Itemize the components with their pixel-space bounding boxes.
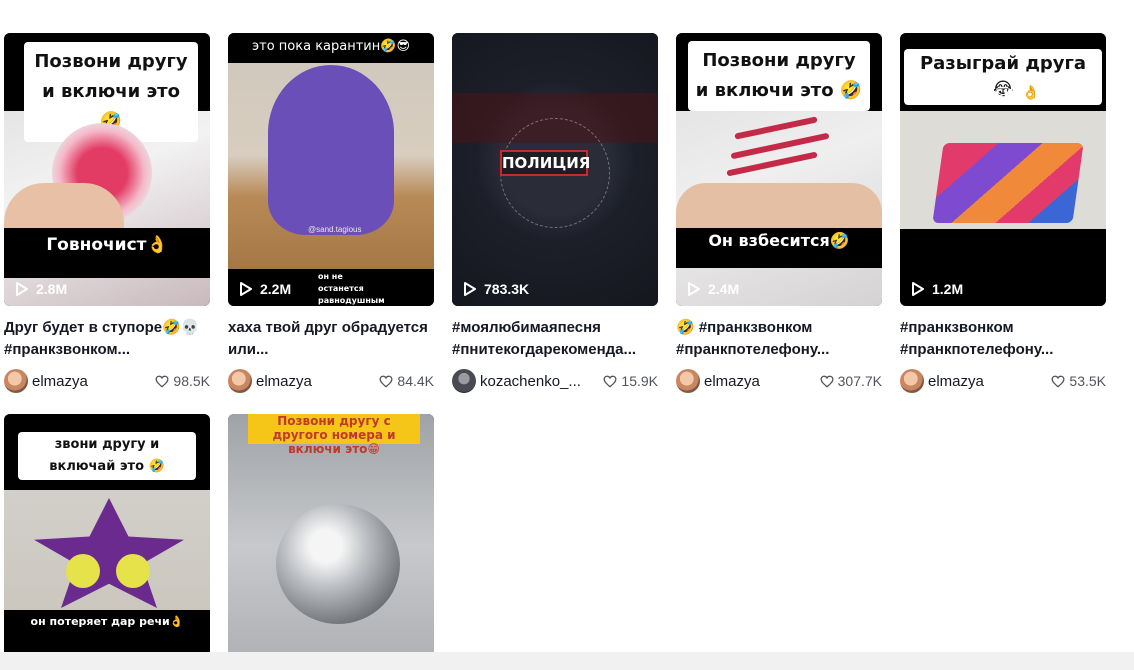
sand-object-image <box>268 65 394 235</box>
video-card[interactable]: Позвони другу и включи это 🤣 Он взбеситс… <box>676 33 882 394</box>
page-footer-bar <box>0 652 1134 670</box>
view-count-label: 1.2M <box>932 281 964 297</box>
yellow-circle <box>116 554 150 588</box>
view-count-label: 2.2M <box>260 281 292 297</box>
like-count-label: 15.9K <box>621 373 658 389</box>
overlay-sub-text: пенсия👌 <box>966 85 1040 101</box>
video-card[interactable]: Позвони другу с другого номера и включи … <box>228 414 434 654</box>
like-count-label: 98.5K <box>173 373 210 389</box>
author-name[interactable]: kozachenko_... <box>480 373 603 390</box>
overlay-bottom-text: он потеряет дар речи👌 <box>4 610 210 654</box>
video-card[interactable]: Разыграй друга 😂 пенсия👌 1.2M #пранкзвон… <box>900 33 1106 394</box>
play-icon <box>240 282 252 296</box>
yellow-circle <box>66 554 100 588</box>
play-icon <box>688 282 700 296</box>
heart-icon <box>820 375 834 388</box>
hands-image <box>676 183 882 228</box>
avatar[interactable] <box>452 369 476 393</box>
video-meta: elmazya 53.5K <box>900 368 1106 394</box>
overlay-top-area: Разыграй друга 😂 пенсия👌 <box>900 33 1106 111</box>
view-count: 1.2M <box>912 281 963 297</box>
video-meta: elmazya 84.4K <box>228 368 434 394</box>
heart-icon <box>1051 375 1065 388</box>
video-caption[interactable]: #пранкзвонком #пранкпотелефону... <box>900 317 1106 361</box>
play-icon <box>464 282 476 296</box>
video-card[interactable]: ПОЛИЦИЯ 783.3K #моялюбимаяпесня #пнитеко… <box>452 33 658 394</box>
video-card[interactable]: это пока карантин🤣😎 @sand.tagious он не … <box>228 33 434 394</box>
author-name[interactable]: elmazya <box>256 373 379 390</box>
heart-icon <box>603 375 617 388</box>
like-count: 84.4K <box>379 373 434 389</box>
like-count: 307.7K <box>820 373 882 389</box>
video-thumbnail[interactable]: Позвони другу и включи это 🤣 Говночист👌 … <box>4 33 210 306</box>
video-meta: elmazya 98.5K <box>4 368 210 394</box>
like-count: 98.5K <box>155 373 210 389</box>
avatar[interactable] <box>900 369 924 393</box>
overlay-top-text: звони другу и включай это 🤣 <box>18 432 196 480</box>
overlay-top-area: Позвони другу и включи это 🤣 <box>676 33 882 111</box>
police-badge: ПОЛИЦИЯ <box>500 150 590 176</box>
video-thumbnail[interactable]: Позвони другу и включи это 🤣 Он взбеситс… <box>676 33 882 306</box>
view-count-label: 2.4M <box>708 281 740 297</box>
heart-icon <box>155 375 169 388</box>
like-count-label: 307.7K <box>837 373 882 389</box>
video-card[interactable]: звони другу и включай это 🤣 он потеряет … <box>4 414 210 654</box>
metal-sphere-image <box>276 504 400 624</box>
video-thumbnail[interactable]: ПОЛИЦИЯ 783.3K <box>452 33 658 306</box>
avatar[interactable] <box>676 369 700 393</box>
like-count: 15.9K <box>603 373 658 389</box>
author-name[interactable]: elmazya <box>928 373 1051 390</box>
video-caption[interactable]: хаха твой друг обрадуется или... <box>228 317 434 361</box>
view-count: 2.4M <box>688 281 739 297</box>
view-count: 783.3K <box>464 281 529 297</box>
like-count-label: 84.4K <box>397 373 434 389</box>
video-card[interactable]: Позвони другу и включи это 🤣 Говночист👌 … <box>4 33 210 394</box>
avatar[interactable] <box>4 369 28 393</box>
video-thumbnail[interactable]: это пока карантин🤣😎 @sand.tagious он не … <box>228 33 434 306</box>
author-name[interactable]: elmazya <box>704 373 820 390</box>
overlay-top-text: Позвони другу с другого номера и включи … <box>248 414 420 456</box>
play-icon <box>912 282 924 296</box>
view-count: 2.2M <box>240 281 291 297</box>
overlay-top-area: Позвони другу и включи это 🤣 <box>4 33 210 142</box>
like-count: 53.5K <box>1051 373 1106 389</box>
video-meta: elmazya 307.7K <box>676 368 882 394</box>
colorful-object-image <box>932 143 1084 223</box>
view-count: 2.8M <box>16 281 67 297</box>
watermark: @sand.tagious <box>308 225 362 234</box>
view-count-label: 2.8M <box>36 281 68 297</box>
overlay-top-text: это пока карантин🤣😎 <box>252 39 410 54</box>
video-caption[interactable]: 🤣 #пранкзвонком #пранкпотелефону... <box>676 317 882 361</box>
video-caption[interactable]: Друг будет в ступоре🤣💀 #пранкзвонком... <box>4 317 210 361</box>
like-count-label: 53.5K <box>1069 373 1106 389</box>
play-icon <box>16 282 28 296</box>
video-thumbnail[interactable]: Разыграй друга 😂 пенсия👌 1.2M <box>900 33 1106 306</box>
overlay-top-area: это пока карантин🤣😎 <box>228 33 434 63</box>
video-meta: kozachenko_... 15.9K <box>452 368 658 394</box>
avatar[interactable] <box>228 369 252 393</box>
video-thumbnail[interactable]: звони другу и включай это 🤣 он потеряет … <box>4 414 210 654</box>
overlay-bottom-text: Говночист👌 <box>4 228 210 278</box>
author-name[interactable]: elmazya <box>32 373 155 390</box>
video-thumbnail[interactable]: Позвони другу с другого номера и включи … <box>228 414 434 654</box>
overlay-top-text: Позвони другу и включи это 🤣 <box>688 41 870 111</box>
heart-icon <box>379 375 393 388</box>
view-count-label: 783.3K <box>484 281 530 297</box>
overlay-top-area: звони другу и включай это 🤣 <box>4 414 210 490</box>
overlay-bottom-text: Он взбесится🤣 <box>676 228 882 268</box>
video-caption[interactable]: #моялюбимаяпесня #пнитекогдарекоменда... <box>452 317 658 361</box>
